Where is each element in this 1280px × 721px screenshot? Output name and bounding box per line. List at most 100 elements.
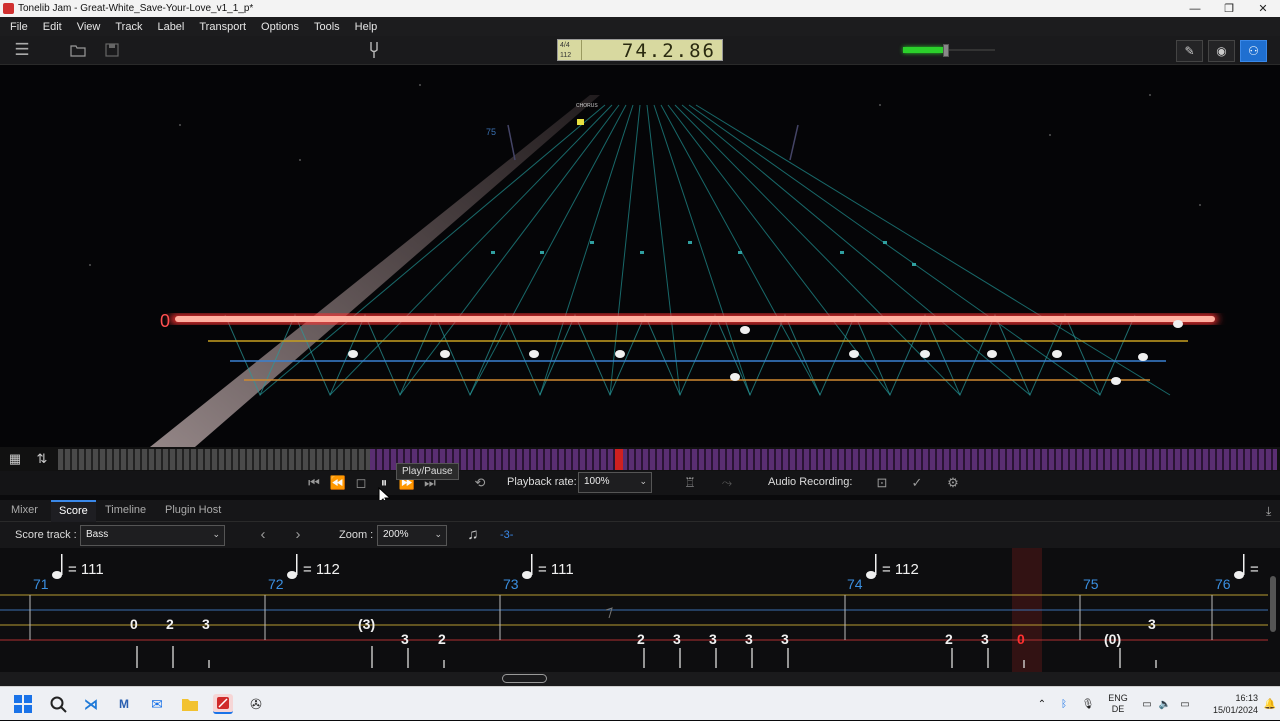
- minimize-button[interactable]: —: [1178, 0, 1212, 17]
- tempo-markings: = 111 = 112 = 111 = 112 =: [68, 561, 1259, 578]
- clock-time: 16:13: [1235, 693, 1258, 703]
- tab-note: 2: [438, 631, 446, 647]
- zoom-select[interactable]: 200% ⌄: [377, 525, 447, 546]
- checkmark-icon[interactable]: ✓: [907, 474, 927, 492]
- tab-note: (0): [1104, 631, 1121, 647]
- transpose-value[interactable]: -3-: [500, 529, 513, 541]
- vscode-icon[interactable]: ⋊: [81, 694, 101, 714]
- tab-note: 2: [637, 631, 645, 647]
- position-display[interactable]: 4/4 112 74.2.86: [557, 39, 723, 62]
- measure-number: 75: [1083, 576, 1099, 592]
- maximize-button[interactable]: ❐: [1212, 0, 1246, 17]
- menu-file[interactable]: File: [4, 21, 34, 33]
- horizontal-scrollbar-thumb[interactable]: [502, 674, 547, 683]
- go-to-start-icon[interactable]: ⏮: [304, 474, 324, 492]
- tab-timeline[interactable]: Timeline: [97, 500, 154, 522]
- notifications-icon[interactable]: 🔔: [1258, 699, 1280, 710]
- tab-note: 3: [781, 631, 789, 647]
- guitar-neck: [150, 95, 600, 447]
- previous-track-icon[interactable]: ‹: [253, 525, 273, 543]
- chevron-down-icon: ⌄: [639, 476, 647, 486]
- master-volume-slider[interactable]: [903, 44, 995, 57]
- save-icon[interactable]: [102, 41, 122, 59]
- battery-icon[interactable]: ▭: [1174, 699, 1196, 710]
- bottom-panel-tabs: Mixer Score Timeline Plugin Host ⤓: [0, 500, 1280, 522]
- language-indicator[interactable]: ENG DE: [1098, 693, 1138, 715]
- measure-number: 74: [847, 576, 863, 592]
- microphone-icon[interactable]: 🎙: [1078, 699, 1098, 710]
- tab-note: 2: [166, 616, 174, 632]
- zoom-label: Zoom :: [339, 529, 374, 541]
- hamburger-menu-icon[interactable]: ☰: [12, 40, 32, 59]
- metronome-icon[interactable]: ♖: [680, 474, 700, 492]
- note-icon[interactable]: ♫: [463, 525, 483, 543]
- menu-options[interactable]: Options: [255, 21, 305, 33]
- tonelib-jam-icon[interactable]: [213, 694, 233, 714]
- file-explorer-icon[interactable]: [180, 694, 200, 714]
- tablature-view[interactable]: 71 72 73 74 75 76 = 111 = 112 = 111 = 11…: [0, 548, 1280, 672]
- network-icon: ⚇: [1248, 44, 1259, 58]
- score-track-value: Bass: [86, 529, 109, 540]
- fretboard-3d-view[interactable]: 0 CHORUS 75: [0, 65, 1280, 447]
- media-player-icon[interactable]: ✇: [246, 694, 266, 714]
- grid-view-icon[interactable]: ▦: [5, 450, 25, 468]
- stop-icon[interactable]: ◻: [351, 474, 371, 492]
- tab-plugin-host[interactable]: Plugin Host: [157, 500, 229, 522]
- edit-mode-button[interactable]: ✎: [1176, 40, 1203, 62]
- clock[interactable]: 16:13 15/01/2024: [1196, 692, 1258, 716]
- collapse-panel-icon[interactable]: ⤓: [1258, 500, 1279, 522]
- song-overview-bar[interactable]: [58, 449, 1277, 470]
- windows-start-icon[interactable]: [13, 694, 33, 714]
- count-in-icon[interactable]: ⤳: [717, 474, 737, 492]
- tab-note: 3: [401, 631, 409, 647]
- view-mode-button[interactable]: ◉: [1208, 40, 1235, 62]
- sort-icon[interactable]: ⇅: [32, 450, 52, 468]
- close-button[interactable]: ✕: [1246, 0, 1280, 17]
- loop-icon[interactable]: ⟲: [470, 474, 490, 492]
- speaker-icon[interactable]: 🔈: [1156, 699, 1174, 710]
- note-stems: [136, 646, 1157, 668]
- windows-taskbar: ⋊ M ✉ ✇ ⌃ ᛒ 🎙 ENG DE ▭ 🔈 ▭ 16:13 15/01/2…: [0, 686, 1280, 720]
- playback-rate-value: 100%: [584, 476, 610, 487]
- rewind-icon[interactable]: ⏪: [328, 474, 348, 492]
- score-track-label: Score track :: [15, 529, 77, 541]
- search-icon[interactable]: [48, 694, 68, 714]
- playback-rate-select[interactable]: 100% ⌄: [578, 472, 652, 493]
- bar-number-3d: 75: [486, 127, 496, 137]
- mail-app-icon[interactable]: M: [114, 694, 134, 714]
- audio-recording-label: Audio Recording:: [768, 476, 853, 488]
- outlook-icon[interactable]: ✉: [147, 694, 167, 714]
- menu-transport[interactable]: Transport: [193, 21, 252, 33]
- display-icon[interactable]: ▭: [1138, 699, 1156, 710]
- menu-edit[interactable]: Edit: [37, 21, 68, 33]
- overview-cursor[interactable]: [615, 449, 623, 470]
- tuning-fork-icon[interactable]: [364, 41, 384, 59]
- tab-mixer[interactable]: Mixer: [3, 500, 46, 522]
- menu-view[interactable]: View: [71, 21, 107, 33]
- menu-tools[interactable]: Tools: [308, 21, 346, 33]
- bluetooth-icon[interactable]: ᛒ: [1050, 699, 1078, 710]
- now-line: [175, 316, 1215, 322]
- score-track-select[interactable]: Bass ⌄: [80, 525, 225, 546]
- section-flag: [577, 119, 584, 125]
- jam-mode-button[interactable]: ⚇: [1240, 40, 1267, 62]
- record-icon[interactable]: ⊡: [872, 474, 892, 492]
- played-region: [58, 449, 370, 470]
- volume-knob[interactable]: [943, 44, 949, 57]
- next-track-icon[interactable]: ›: [288, 525, 308, 543]
- menu-bar: File Edit View Track Label Transport Opt…: [0, 17, 1280, 36]
- score-vertical-scrollbar[interactable]: [1270, 576, 1276, 632]
- note-lanes: [224, 313, 1136, 397]
- tempo-display: 112: [560, 52, 572, 59]
- keyboard-layout: DE: [1111, 704, 1125, 714]
- menu-track[interactable]: Track: [109, 21, 148, 33]
- menu-help[interactable]: Help: [349, 21, 384, 33]
- score-controls: Score track : Bass ⌄ ‹ › Zoom : 200% ⌄ ♫…: [0, 522, 1280, 548]
- chevron-up-icon[interactable]: ⌃: [1034, 699, 1050, 710]
- open-folder-icon[interactable]: [68, 41, 88, 59]
- menu-label[interactable]: Label: [151, 21, 190, 33]
- string-marker: 0: [160, 311, 170, 331]
- tab-notes: 0 2 3 (3) 3 2 2 3 3 3 3 2 3 0 (0) 3: [130, 616, 1156, 647]
- input-settings-icon[interactable]: ⚙: [943, 474, 963, 492]
- tab-score[interactable]: Score: [51, 500, 96, 522]
